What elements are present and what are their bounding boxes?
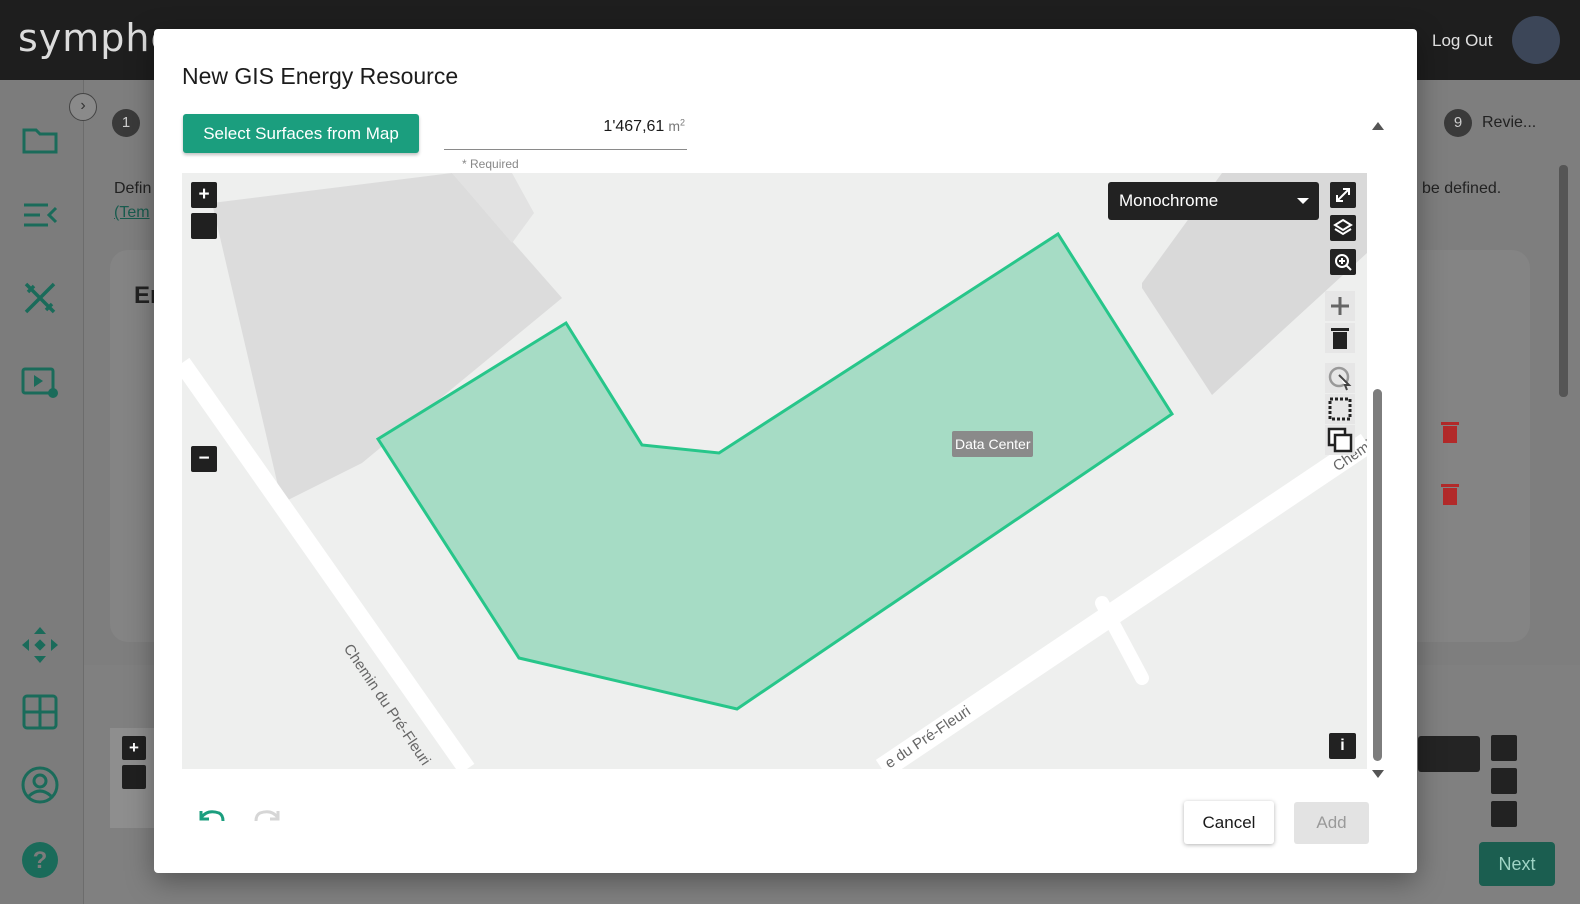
intro-text-right: be defined. (1422, 180, 1502, 197)
help-icon[interactable]: ? (20, 840, 60, 880)
fullscreen-icon[interactable] (1330, 182, 1356, 208)
copy-layers-icon[interactable] (1325, 425, 1355, 455)
step-1-badge[interactable]: 1 (112, 109, 140, 137)
intro-text: Defin (114, 180, 152, 197)
template-link[interactable]: (Tem (114, 204, 150, 222)
redo-icon[interactable] (254, 805, 282, 825)
delete-icon[interactable] (1325, 323, 1355, 353)
step-9-badge[interactable]: 9 (1444, 109, 1472, 137)
sidebar: ? (0, 80, 84, 904)
select-surfaces-button[interactable]: Select Surfaces from Map (183, 114, 419, 153)
area-value: 1'467,61 (603, 118, 665, 135)
select-icon[interactable] (1325, 363, 1355, 393)
bg-fullscreen-icon[interactable] (1491, 735, 1517, 761)
bg-basemap-select[interactable] (1418, 736, 1480, 772)
area-field[interactable]: 1'467,61 m2 (444, 113, 687, 150)
add-button[interactable]: Add (1294, 802, 1369, 844)
new-gis-resource-dialog: New GIS Energy Resource Select Surfaces … (154, 29, 1417, 873)
draw-polygon-icon[interactable] (1325, 291, 1355, 321)
grid-icon[interactable] (20, 692, 60, 732)
video-settings-icon[interactable] (20, 363, 60, 403)
dialog-scrollbar[interactable] (1373, 389, 1382, 761)
dialog-title: New GIS Energy Resource (182, 63, 459, 89)
box-select-icon[interactable] (1325, 394, 1355, 424)
move-icon[interactable] (20, 625, 60, 665)
zoom-slider-handle[interactable] (191, 213, 217, 239)
logout-button[interactable]: Log Out (1432, 31, 1493, 51)
account-icon[interactable] (20, 765, 60, 805)
page-scrollbar[interactable] (1559, 165, 1568, 397)
map-info-button[interactable]: i (1329, 733, 1356, 759)
bg-zoom-in-button[interactable]: + (122, 736, 146, 760)
delete-row-icon[interactable] (1440, 420, 1460, 444)
basemap-select[interactable]: Monochrome (1108, 182, 1319, 220)
collapse-up-icon[interactable] (1372, 122, 1384, 130)
step-9-label[interactable]: Revie... (1482, 114, 1536, 132)
expand-sidebar-button[interactable]: › (69, 93, 97, 121)
zoom-in-button[interactable]: + (191, 182, 217, 208)
undo-icon[interactable] (197, 805, 225, 825)
tools-icon[interactable] (20, 278, 60, 318)
basemap-selected-value: Monochrome (1119, 191, 1219, 210)
zoom-search-icon[interactable] (1330, 249, 1356, 275)
bg-zoom-search-icon[interactable] (1491, 801, 1517, 827)
polygon-label[interactable]: Data Center (952, 431, 1034, 457)
required-hint: * Required (462, 157, 519, 171)
next-button[interactable]: Next (1479, 842, 1555, 886)
app-logo: symphe (18, 16, 175, 60)
layers-icon[interactable] (1330, 215, 1356, 241)
bg-map-control[interactable] (122, 765, 146, 789)
list-collapse-icon[interactable] (20, 195, 60, 235)
avatar[interactable] (1512, 16, 1560, 64)
zoom-out-button[interactable]: − (191, 446, 217, 472)
folder-icon[interactable] (20, 120, 60, 160)
svg-text:?: ? (33, 847, 48, 874)
scroll-down-icon[interactable] (1372, 770, 1384, 778)
bg-layers-icon[interactable] (1491, 768, 1517, 794)
cancel-button[interactable]: Cancel (1184, 801, 1274, 844)
delete-row-icon[interactable] (1440, 482, 1460, 506)
area-unit: m2 (668, 117, 685, 134)
chevron-down-icon (1297, 198, 1309, 204)
map-view[interactable]: Chemin du Pré-Fleuri e du Pré-Fleuri Che… (182, 173, 1367, 769)
